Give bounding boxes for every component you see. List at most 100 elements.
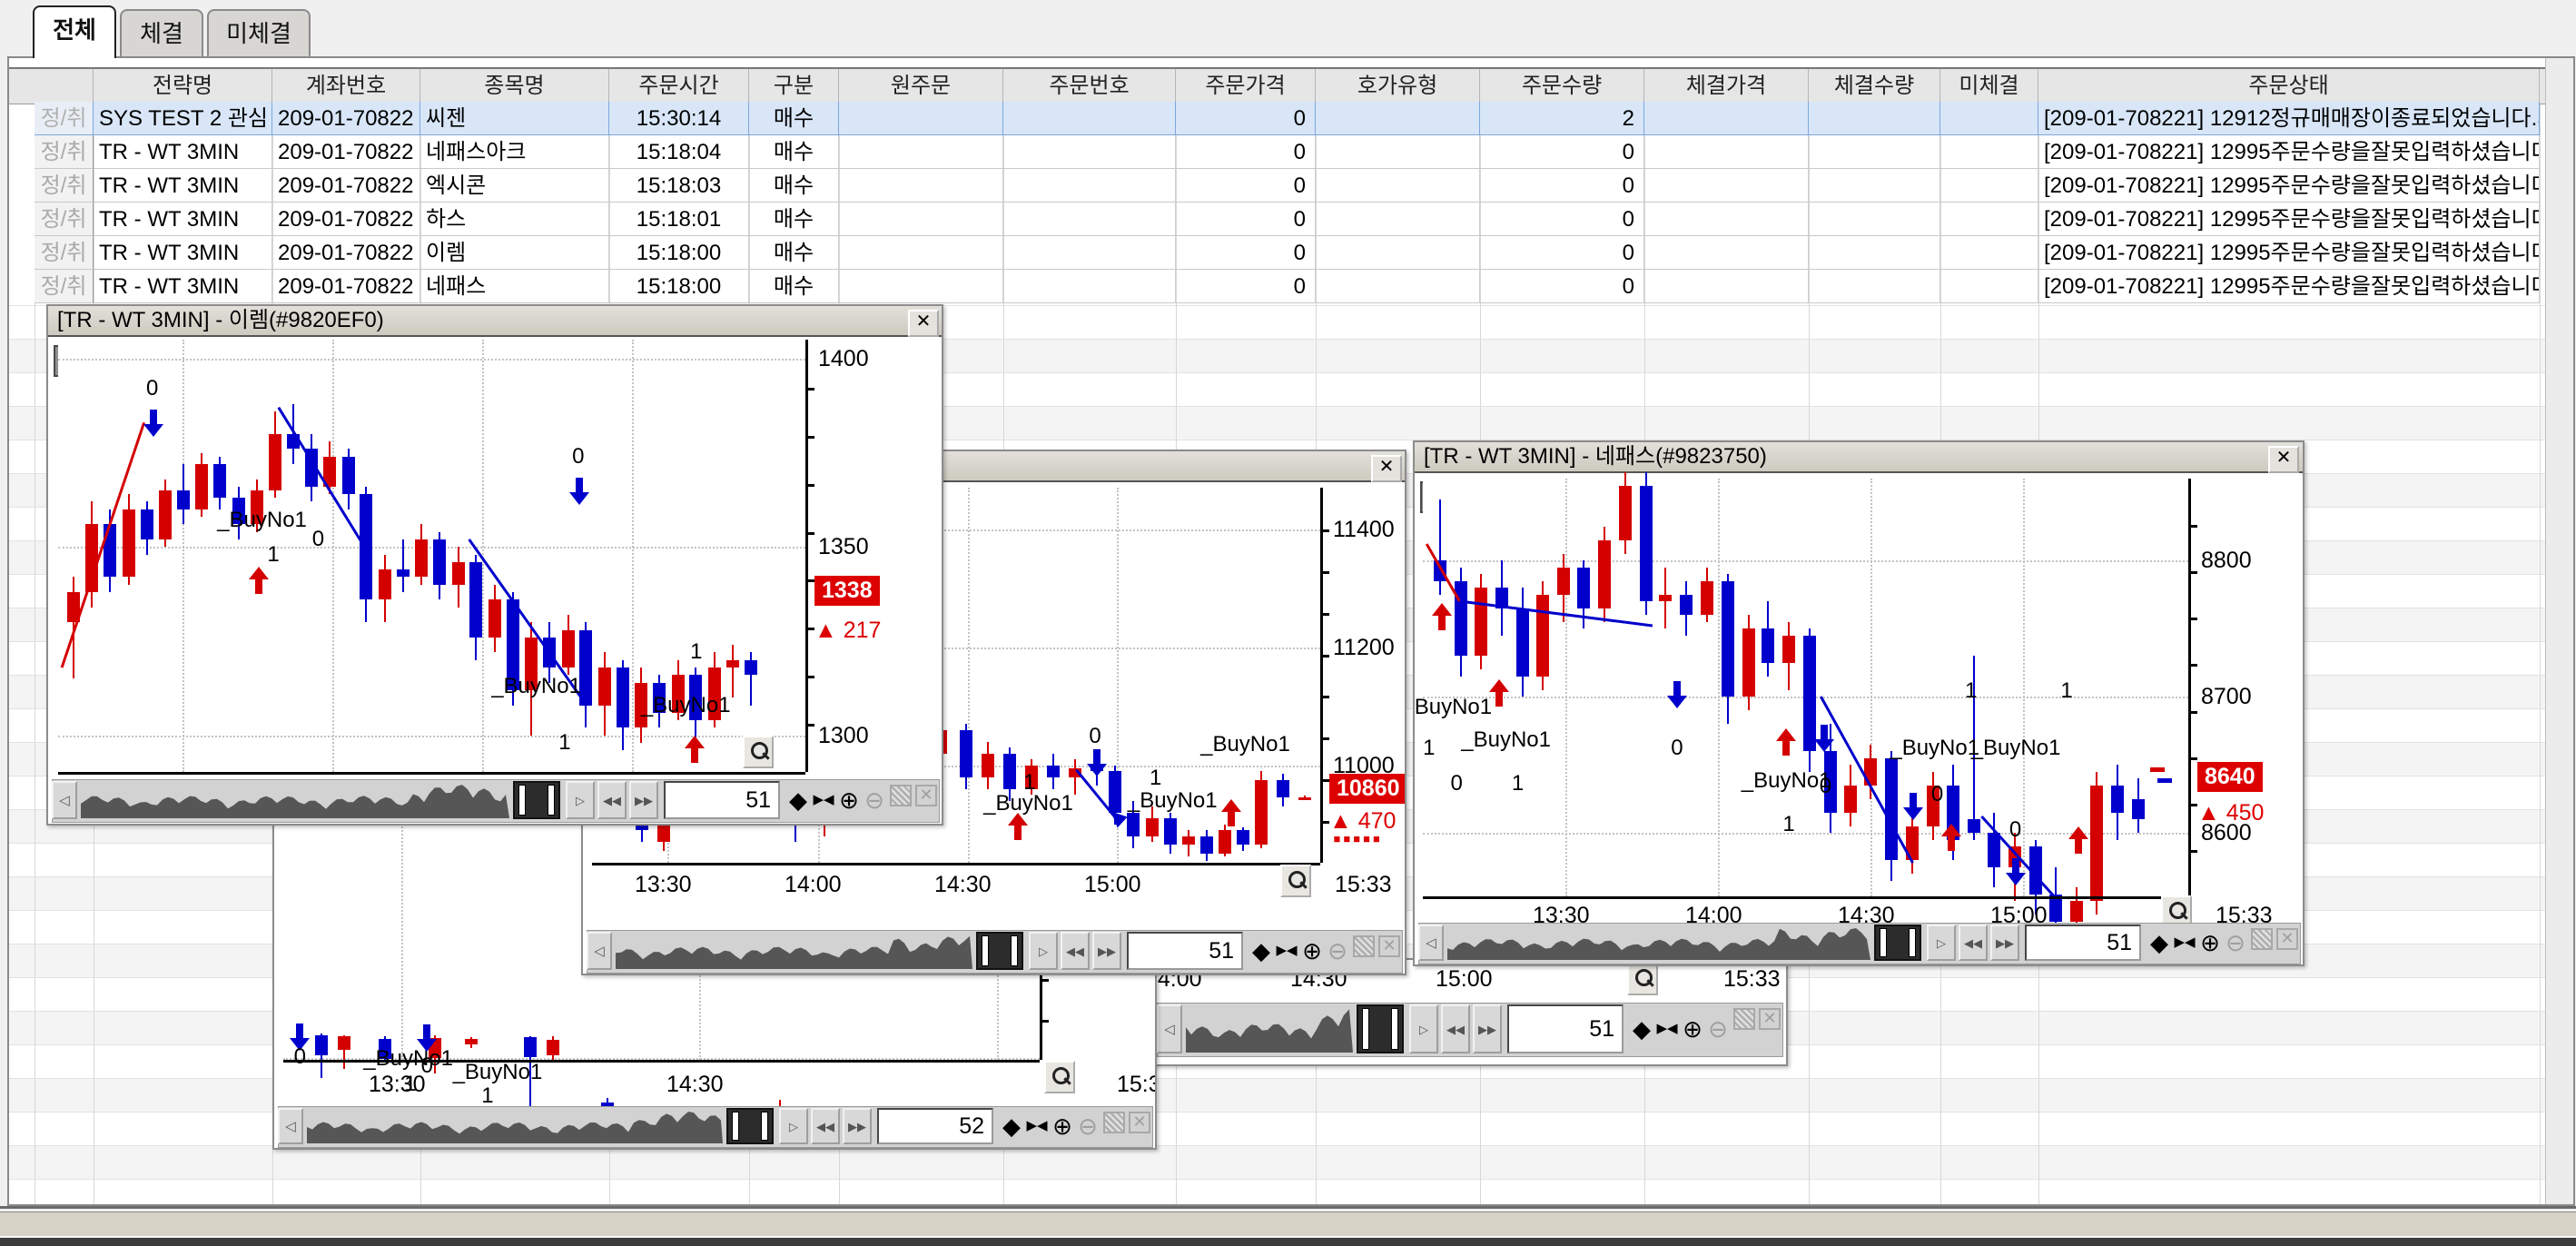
nav-forward-button[interactable]: ▶▶ (843, 1108, 872, 1144)
zoom-out-icon[interactable]: ⊖ (1325, 935, 1350, 966)
bar-count-input[interactable] (1507, 1004, 1624, 1053)
expand-icon[interactable]: ▶◀ (2172, 928, 2197, 957)
table-row[interactable]: 정/취TR - WT 3MIN209-01-70822하스15:18:01매수0… (9, 203, 2546, 236)
magnifier-button[interactable] (1280, 865, 1311, 897)
expand-icon[interactable]: ▶◀ (1024, 1112, 1050, 1141)
close-zoom-icon[interactable]: ✕ (1378, 935, 1400, 957)
nav-step-button[interactable]: ▷ (1409, 1004, 1438, 1053)
table-row[interactable]: 정/취TR - WT 3MIN209-01-70822네패스15:18:00매수… (9, 270, 2546, 303)
fit-icon[interactable] (1103, 1112, 1125, 1133)
nav-rewind-button[interactable]: ◀◀ (1959, 925, 1988, 961)
table-row[interactable]: 정/취TR - WT 3MIN209-01-70822이렘15:18:00매수0… (9, 236, 2546, 270)
nav-left-button[interactable]: ◁ (587, 932, 612, 970)
magnifier-button[interactable] (743, 736, 774, 768)
table-row[interactable]: 정/취TR - WT 3MIN209-01-70822엑시콘15:18:03매수… (9, 169, 2546, 203)
fit-icon[interactable] (890, 785, 912, 806)
nav-rewind-button[interactable]: ◀◀ (1441, 1004, 1470, 1053)
bar-count-input[interactable] (877, 1108, 993, 1144)
zoom-in-icon[interactable]: ⊕ (1680, 1008, 1705, 1050)
zoom-in-icon[interactable]: ⊕ (1299, 935, 1325, 966)
contract-icon[interactable]: ◆ (1249, 935, 1274, 966)
expand-icon[interactable]: ▶◀ (1654, 1008, 1680, 1050)
nav-slider[interactable] (976, 932, 1023, 970)
cancel-modify-button[interactable]: 정/취 (35, 203, 94, 236)
cell-fillqty (1809, 203, 1940, 236)
table-row[interactable]: 정/취SYS TEST 2 관심209-01-70822씨젠15:30:14매수… (9, 102, 2546, 135)
signal-label: 1 (1782, 812, 1794, 837)
axis-tick (805, 532, 814, 535)
fit-icon[interactable] (1353, 935, 1375, 957)
nav-slider[interactable] (726, 1108, 774, 1144)
fit-icon[interactable] (1733, 1008, 1755, 1030)
cell-stock: 네패스아크 (420, 135, 609, 169)
zoom-out-icon[interactable]: ⊖ (2223, 928, 2248, 957)
window-close-button[interactable]: ✕ (1371, 455, 1402, 482)
nav-left-button[interactable]: ◁ (1157, 1004, 1182, 1053)
window-close-button[interactable]: ✕ (908, 310, 939, 337)
magnifier-button[interactable] (1627, 963, 1658, 995)
axis-tick (2188, 525, 2197, 528)
contract-icon[interactable]: ◆ (1629, 1008, 1654, 1050)
nav-forward-button[interactable]: ▶▶ (629, 781, 658, 819)
fit-icon[interactable] (2251, 928, 2273, 950)
cancel-modify-button[interactable]: 정/취 (35, 169, 94, 203)
axis-tick (2188, 804, 2197, 806)
close-zoom-icon[interactable]: ✕ (1129, 1112, 1150, 1133)
nav-step-button[interactable]: ▷ (1029, 932, 1058, 970)
close-zoom-icon[interactable]: ✕ (1759, 1008, 1781, 1030)
window-title-bar[interactable]: [TR - WT 3MIN] - 이렘(#9820EF0) (48, 306, 942, 337)
axis-tick (2188, 664, 2197, 667)
cell-fillprice (1644, 203, 1809, 236)
nav-step-button[interactable]: ▷ (566, 781, 595, 819)
magnifier-button[interactable] (1044, 1061, 1075, 1093)
nav-forward-button[interactable]: ▶▶ (1990, 925, 2019, 961)
contract-icon[interactable]: ◆ (785, 785, 811, 816)
tab-all[interactable]: 전체 (33, 5, 116, 58)
nav-step-button[interactable]: ▷ (1927, 925, 1956, 961)
expand-icon[interactable]: ▶◀ (811, 785, 836, 816)
nav-rewind-button[interactable]: ◀◀ (811, 1108, 840, 1144)
bar-count-input[interactable] (1127, 932, 1243, 970)
zoom-out-icon[interactable]: ⊖ (1075, 1112, 1100, 1141)
cancel-modify-button[interactable]: 정/취 (35, 135, 94, 169)
cell-unfilled (1940, 270, 2038, 303)
nav-left-button[interactable]: ◁ (52, 781, 77, 819)
nav-left-button[interactable]: ◁ (278, 1108, 303, 1144)
bottom-edge (0, 1238, 2576, 1246)
cancel-modify-button[interactable]: 정/취 (35, 236, 94, 270)
nav-slider[interactable] (513, 781, 560, 819)
nav-slider[interactable] (1874, 925, 1921, 961)
table-row[interactable]: 정/취TR - WT 3MIN209-01-70822네패스아크15:18:04… (9, 135, 2546, 169)
nav-forward-button[interactable]: ▶▶ (1473, 1004, 1502, 1053)
zoom-out-icon[interactable]: ⊖ (1705, 1008, 1731, 1050)
bar-count-input[interactable] (664, 781, 780, 819)
nav-rewind-button[interactable]: ◀◀ (1061, 932, 1090, 970)
nav-step-button[interactable]: ▷ (779, 1108, 808, 1144)
zoom-out-icon[interactable]: ⊖ (862, 785, 887, 816)
cell-qty: 0 (1480, 135, 1644, 169)
cell-quote (1316, 270, 1480, 303)
cell-price: 0 (1176, 135, 1316, 169)
nav-rewind-button[interactable]: ◀◀ (597, 781, 627, 819)
nav-slider[interactable] (1357, 1004, 1404, 1053)
zoom-in-icon[interactable]: ⊕ (2197, 928, 2223, 957)
zoom-in-icon[interactable]: ⊕ (1050, 1112, 1075, 1141)
cell-strategy: SYS TEST 2 관심 (94, 102, 272, 135)
zoom-in-icon[interactable]: ⊕ (836, 785, 862, 816)
window-title-bar[interactable]: [TR - WT 3MIN] - 네패스(#9823750) (1415, 442, 2303, 473)
close-zoom-icon[interactable]: ✕ (2276, 928, 2298, 950)
nav-left-button[interactable]: ◁ (1418, 925, 1444, 961)
time-axis (58, 772, 805, 775)
nav-forward-button[interactable]: ▶▶ (1092, 932, 1121, 970)
close-zoom-icon[interactable]: ✕ (915, 785, 937, 806)
bar-count-input[interactable] (2025, 925, 2141, 961)
tab-unfilled[interactable]: 미체결 (207, 9, 311, 56)
window-close-button[interactable]: ✕ (2268, 446, 2299, 473)
vertical-scrollbar[interactable] (2545, 58, 2573, 1204)
contract-icon[interactable]: ◆ (999, 1112, 1024, 1141)
contract-icon[interactable]: ◆ (2147, 928, 2172, 957)
tab-filled[interactable]: 체결 (120, 9, 203, 56)
cancel-modify-button[interactable]: 정/취 (35, 270, 94, 303)
cancel-modify-button[interactable]: 정/취 (35, 102, 94, 135)
expand-icon[interactable]: ▶◀ (1274, 935, 1299, 966)
